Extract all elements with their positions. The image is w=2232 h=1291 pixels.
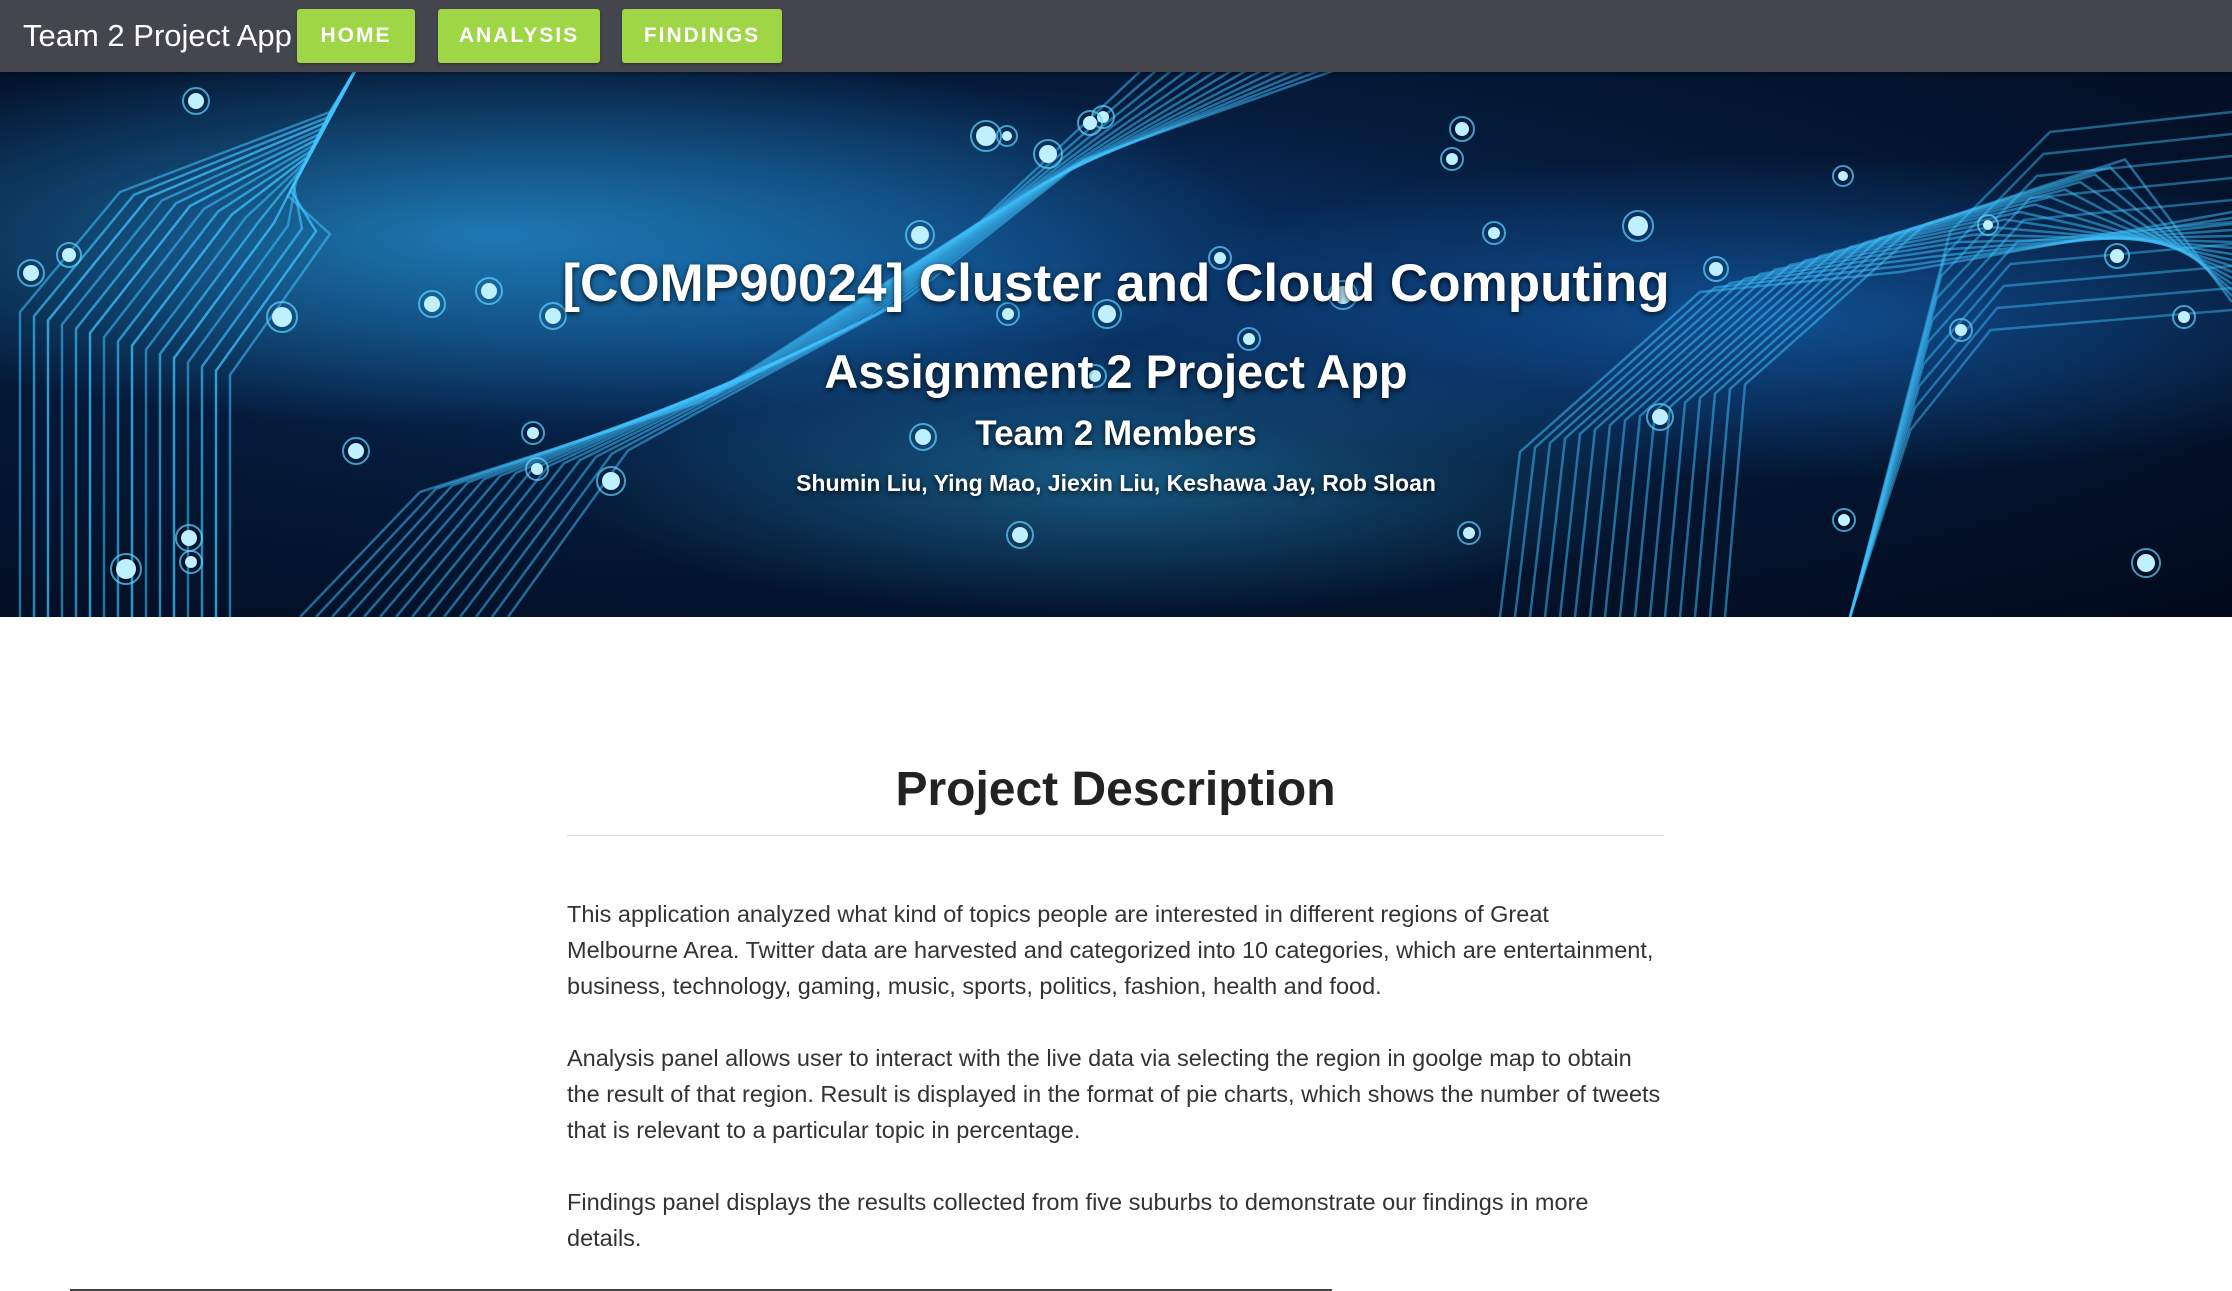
description-paragraph: This application analyzed what kind of t…	[567, 901, 1654, 999]
section-title: Project Description	[895, 763, 1336, 816]
section-divider	[567, 835, 1664, 836]
team-heading: Team 2 Members	[975, 414, 1257, 453]
top-navbar: Team 2 Project App HOME ANALYSIS FINDING…	[0, 0, 2232, 72]
description-paragraph: Findings panel displays the results coll…	[567, 1189, 1589, 1251]
description-paragraph: Analysis panel allows user to interact w…	[567, 1045, 1661, 1143]
nav-home-button[interactable]: HOME	[297, 9, 415, 63]
project-description-section: Project Description This application ana…	[567, 750, 1664, 1256]
hero-text-block: [COMP90024] Cluster and Cloud Computing …	[0, 72, 2232, 617]
app-brand[interactable]: Team 2 Project App	[23, 17, 292, 55]
hero-banner: [COMP90024] Cluster and Cloud Computing …	[0, 72, 2232, 617]
nav-findings-button[interactable]: FINDINGS	[622, 9, 782, 63]
nav-analysis-button[interactable]: ANALYSIS	[438, 9, 600, 63]
course-title: [COMP90024] Cluster and Cloud Computing	[562, 254, 1670, 313]
team-members-list: Shumin Liu, Ying Mao, Jiexin Liu, Keshaw…	[796, 470, 1436, 496]
assignment-subtitle: Assignment 2 Project App	[824, 345, 1408, 398]
